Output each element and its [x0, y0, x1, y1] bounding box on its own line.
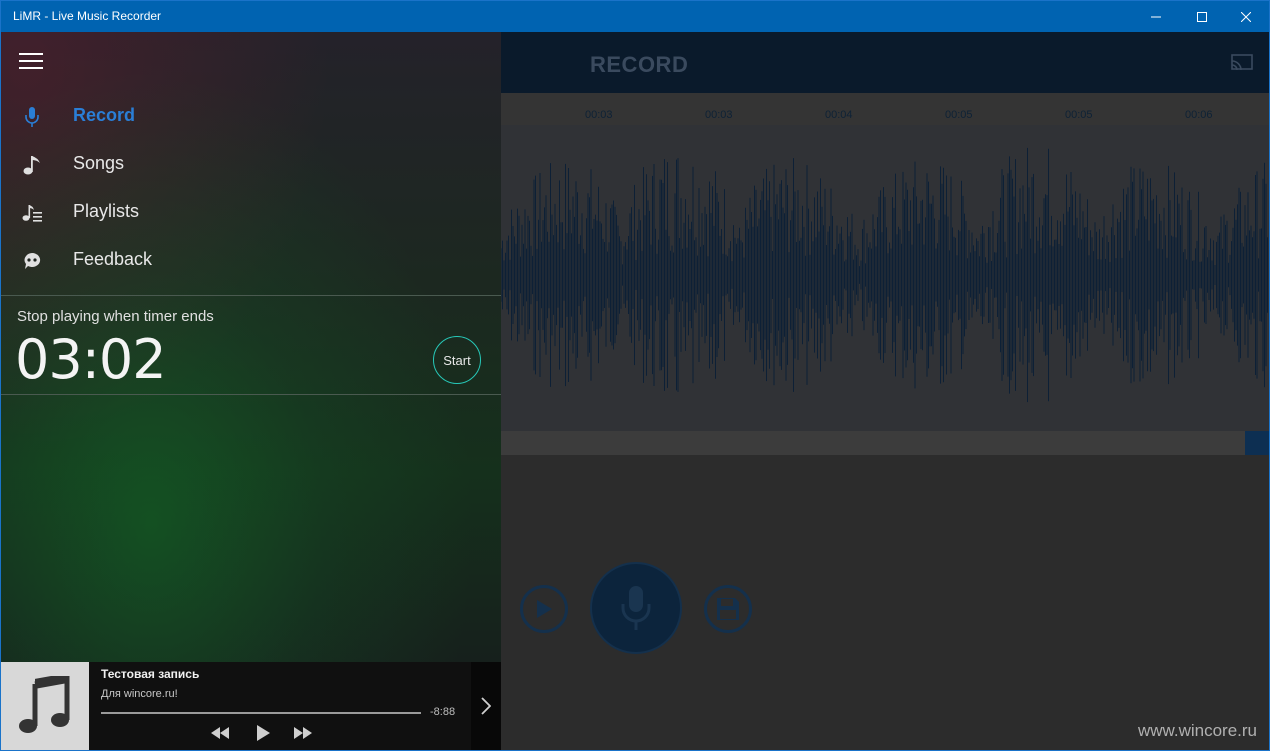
nav-item-songs[interactable]: Songs — [1, 141, 501, 189]
nav-label: Feedback — [73, 249, 153, 269]
waveform-path — [500, 147, 1268, 403]
feedback-icon — [20, 249, 44, 273]
waveform-view[interactable] — [500, 125, 1269, 431]
music-note-icon — [20, 153, 44, 177]
play-icon — [537, 600, 552, 618]
ruler-tick: 00:03 — [705, 109, 733, 121]
track-title: Тестовая запись — [101, 667, 200, 681]
title-bar: LiMR - Live Music Recorder — [1, 1, 1269, 32]
ruler-tick: 00:05 — [945, 109, 973, 121]
nav-label: Record — [73, 105, 136, 125]
ruler-tick: 00:04 — [825, 109, 853, 121]
page-header: RECORD — [501, 32, 1269, 93]
nav-label: Playlists — [73, 201, 140, 221]
record-button[interactable] — [590, 562, 682, 654]
chevron-right-icon — [481, 697, 491, 715]
scrollbar-thumb[interactable] — [1245, 431, 1269, 455]
remaining-time: -8:88 — [430, 706, 456, 718]
close-icon — [1241, 11, 1251, 22]
timer-label: Stop playing when timer ends — [17, 308, 214, 325]
play-button[interactable] — [251, 722, 275, 744]
hamburger-line — [19, 53, 43, 55]
hamburger-line — [19, 60, 43, 62]
navigation-pane: Record Songs Playlists Feedback Stop pla… — [1, 32, 501, 662]
album-art — [1, 662, 89, 750]
window-title: LiMR - Live Music Recorder — [13, 9, 162, 23]
maximize-button[interactable] — [1179, 1, 1225, 32]
record-page: RECORD 00:03 00:03 00:04 00:05 00:05 00:… — [500, 32, 1269, 750]
fast-forward-button[interactable] — [291, 722, 315, 744]
rewind-icon — [211, 727, 229, 739]
play-recording-button[interactable] — [520, 585, 568, 633]
ruler-tick: 00:05 — [1065, 109, 1093, 121]
time-ruler: 00:03 00:03 00:04 00:05 00:05 00:06 — [501, 93, 1269, 125]
play-icon — [257, 725, 270, 741]
now-playing-bar: Тестовая запись Для wincore.ru! -8:88 — [1, 662, 501, 750]
nav-item-playlists[interactable]: Playlists — [1, 189, 501, 237]
minimize-button[interactable] — [1133, 1, 1179, 32]
watermark: www.wincore.ru — [1137, 721, 1257, 740]
divider — [1, 394, 501, 395]
hamburger-line — [19, 67, 43, 69]
divider — [1, 295, 501, 296]
track-subtitle: Для wincore.ru! — [101, 688, 178, 700]
timer-value[interactable]: 03:02 — [15, 328, 167, 391]
microphone-icon — [20, 105, 44, 129]
waveform — [500, 147, 1268, 403]
timer-start-button[interactable]: Start — [433, 336, 481, 384]
nav-label: Songs — [73, 153, 125, 173]
close-button[interactable] — [1223, 1, 1269, 32]
expand-player-button[interactable] — [471, 662, 501, 750]
seek-bar[interactable] — [101, 712, 421, 714]
save-button[interactable] — [704, 585, 752, 633]
page-title: RECORD — [590, 52, 689, 77]
app-window: LiMR - Live Music Recorder RECORD 00:03 … — [0, 0, 1270, 751]
ruler-tick: 00:03 — [585, 109, 613, 121]
ruler-tick: 00:06 — [1185, 109, 1213, 121]
maximize-icon — [1197, 11, 1207, 22]
cast-icon[interactable] — [1231, 54, 1253, 77]
minimize-icon — [1151, 16, 1161, 17]
playlist-icon — [20, 201, 44, 225]
fast-forward-icon — [294, 727, 312, 739]
microphone-icon — [621, 586, 651, 630]
nav-item-feedback[interactable]: Feedback — [1, 237, 501, 285]
rewind-button[interactable] — [208, 722, 232, 744]
waveform-scrollbar[interactable] — [501, 431, 1269, 455]
hamburger-menu-button[interactable] — [19, 53, 43, 71]
save-icon — [717, 598, 739, 620]
music-note-icon — [19, 676, 70, 733]
nav-item-record[interactable]: Record — [1, 93, 501, 141]
